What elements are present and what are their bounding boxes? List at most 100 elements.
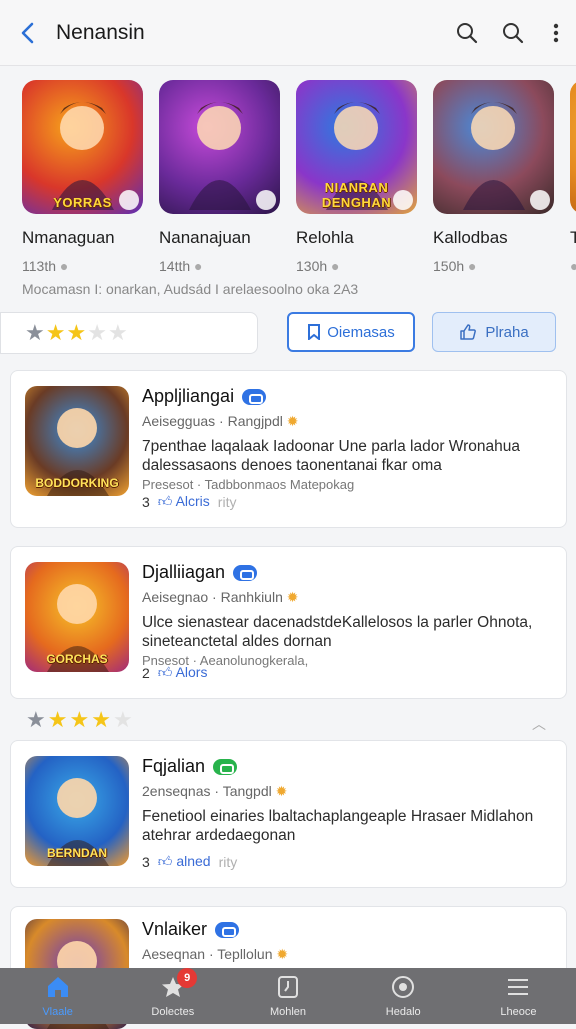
game-thumbnail: YORRAS <box>22 80 143 214</box>
controller-badge-icon <box>242 388 267 405</box>
page-title: Nenansin <box>56 20 145 44</box>
filter-bar: ★ ★ ★ ★ ★ Oiemasas Plraha <box>0 310 576 356</box>
carousel-item[interactable]: YORRAS Nmanaguan 113th ● <box>22 80 144 310</box>
chevron-left-icon <box>21 22 34 43</box>
primary-filter-label: Oiemasas <box>327 323 395 341</box>
star-icon: ★ <box>47 707 68 732</box>
reviews-suffix: rity <box>218 853 238 870</box>
carousel-item-name: Kallodbas <box>433 228 508 247</box>
sun-icon: ✹ <box>276 946 289 962</box>
app-description: Ulce sienastear dacenadstdeKallelosos la… <box>142 613 552 670</box>
app-icon: BODDORKING <box>25 386 129 496</box>
sun-icon: ✹ <box>286 589 299 605</box>
game-thumbnail: NIANRAN DENGHAN <box>296 80 417 214</box>
more-options-button[interactable] <box>536 0 576 66</box>
badge-icon <box>119 190 139 210</box>
back-button[interactable] <box>0 0 56 66</box>
secondary-filter-button[interactable]: Plraha <box>432 312 556 352</box>
game-thumbnail <box>159 80 280 214</box>
carousel-item-meta: 113th ● <box>22 258 69 274</box>
menu-icon <box>505 975 531 1002</box>
carousel-item-name: Relohla <box>296 228 354 247</box>
app-title-row: Fqjalian <box>142 756 238 777</box>
app-icon-title: GORCHAS <box>46 652 108 666</box>
collapse-icon[interactable]: ︿ <box>532 714 546 734</box>
sun-icon: ✹ <box>275 783 288 799</box>
app-description: Fenetiool einaries lbaltachaplangeaple H… <box>142 807 552 845</box>
home-icon <box>45 975 71 1002</box>
review-count: 2 <box>142 664 150 681</box>
carousel-item-meta: 150h ● <box>433 258 477 274</box>
carousel-item-name: Nmanaguan <box>22 228 115 247</box>
clock-icon <box>275 975 301 1002</box>
badge-icon <box>256 190 276 210</box>
carousel-item-name: Nananajuan <box>159 228 251 247</box>
primary-filter-button[interactable]: Oiemasas <box>287 312 415 352</box>
star-icon: ★ <box>26 707 46 732</box>
nav-label: Vlaale <box>42 1005 73 1018</box>
thumbs-up-icon <box>460 324 477 340</box>
carousel-item-meta: 14tth ● <box>159 258 203 274</box>
app-title: Vnlaiker <box>142 919 208 939</box>
carousel-item[interactable]: T ● <box>570 80 576 310</box>
nav-item-4[interactable]: Hedalo <box>346 968 461 1024</box>
app-subtitle: Aeisegnao · Ranhkiuln <box>142 589 283 605</box>
app-title: Djalliiagan <box>142 562 226 582</box>
carousel-item[interactable]: NIANRAN DENGHAN Relohla 130h ● <box>296 80 418 310</box>
section-rating: ★ ★ ★ ★ ★ <box>26 709 133 731</box>
app-subtitle-row: Aeisegnao · Ranhkiuln ✹ <box>142 589 299 606</box>
reviews-link[interactable]: 👍︎ alned <box>158 853 211 870</box>
app-subtitle-row: 2enseqnas · Tangpdl ✹ <box>142 783 287 800</box>
featured-carousel[interactable]: YORRAS Nmanaguan 113th ● Nananajuan 14tt… <box>22 80 576 310</box>
app-title-row: Djalliiagan <box>142 562 258 583</box>
app-description-text: Fenetiool einaries lbaltachaplangeaple H… <box>142 808 534 844</box>
nav-item-5[interactable]: Lheoce <box>461 968 576 1024</box>
star-icon: ★ <box>66 320 87 345</box>
app-title: Fqjalian <box>142 756 206 776</box>
app-publisher: Presesot · Tadbbonmaos Matepokag <box>142 477 355 492</box>
star-icon: ★ <box>69 707 90 732</box>
star-icon: ★ <box>87 320 107 345</box>
star-icon: ★ <box>25 320 45 345</box>
carousel-description: Mocamasn I: onarkan, Audsád I arelaesool… <box>22 281 359 297</box>
carousel-item-name: T <box>570 228 576 247</box>
app-subtitle: 2enseqnas · Tangpdl <box>142 783 272 799</box>
star-icon: ★ <box>91 707 111 732</box>
more-vertical-icon <box>553 23 559 42</box>
nav-item-1[interactable]: Vlaale <box>0 968 115 1024</box>
app-description: 7penthae laqalaak Iadoonar Une parla lad… <box>142 437 552 494</box>
nav-item-3[interactable]: Mohlen <box>230 968 345 1024</box>
nav-label: Dolectes <box>151 1005 195 1018</box>
reviews-link[interactable]: 👍︎ Alcris <box>158 493 210 510</box>
carousel-item[interactable]: Kallodbas 150h ● <box>433 80 555 310</box>
app-icon-title: BODDORKING <box>35 476 119 490</box>
controller-badge-icon <box>215 921 240 938</box>
carousel-item-meta: 130h ● <box>296 258 340 274</box>
app-subtitle-row: Aeisegguas · Rangjpdl ✹ <box>142 413 299 430</box>
nav-label: Hedalo <box>385 1005 421 1018</box>
app-card[interactable]: GORCHAS Djalliiagan Aeisegnao · Ranhkiul… <box>10 546 567 699</box>
app-card[interactable]: BERNDAN Fqjalian 2enseqnas · Tangpdl ✹ F… <box>10 740 567 888</box>
app-card[interactable]: BODDORKING Appljliangai Aeisegguas · Ran… <box>10 370 567 528</box>
top-app-bar: Nenansin <box>0 0 576 66</box>
app-subtitle: Aeisegguas · Rangjpdl <box>142 413 283 429</box>
carousel-item[interactable]: Nananajuan 14tth ● <box>159 80 281 310</box>
nav-item-2[interactable]: Dolectes 9 <box>115 968 230 1024</box>
app-title: Appljliangai <box>142 386 235 406</box>
badge-icon <box>393 190 413 210</box>
app-icon-title: BERNDAN <box>47 846 107 860</box>
sun-icon: ✹ <box>286 413 299 429</box>
thumbs-icon: 👍︎ <box>157 853 173 869</box>
app-icon: GORCHAS <box>25 562 129 672</box>
controller-badge-icon <box>213 758 238 775</box>
bookmark-icon <box>308 324 321 340</box>
search-icon <box>503 22 524 43</box>
rating-filter[interactable]: ★ ★ ★ ★ ★ <box>0 312 258 354</box>
search-alt-button[interactable] <box>490 0 536 66</box>
search-button[interactable] <box>444 0 490 66</box>
app-subtitle-row: Aeseqnan · Tepllolun ✹ <box>142 946 288 963</box>
thumbs-icon: 👍︎ <box>157 664 173 680</box>
reviews-link[interactable]: 👍︎ Alors <box>158 664 208 681</box>
notification-badge: 9 <box>177 968 198 988</box>
app-icon: BERNDAN <box>25 756 129 866</box>
